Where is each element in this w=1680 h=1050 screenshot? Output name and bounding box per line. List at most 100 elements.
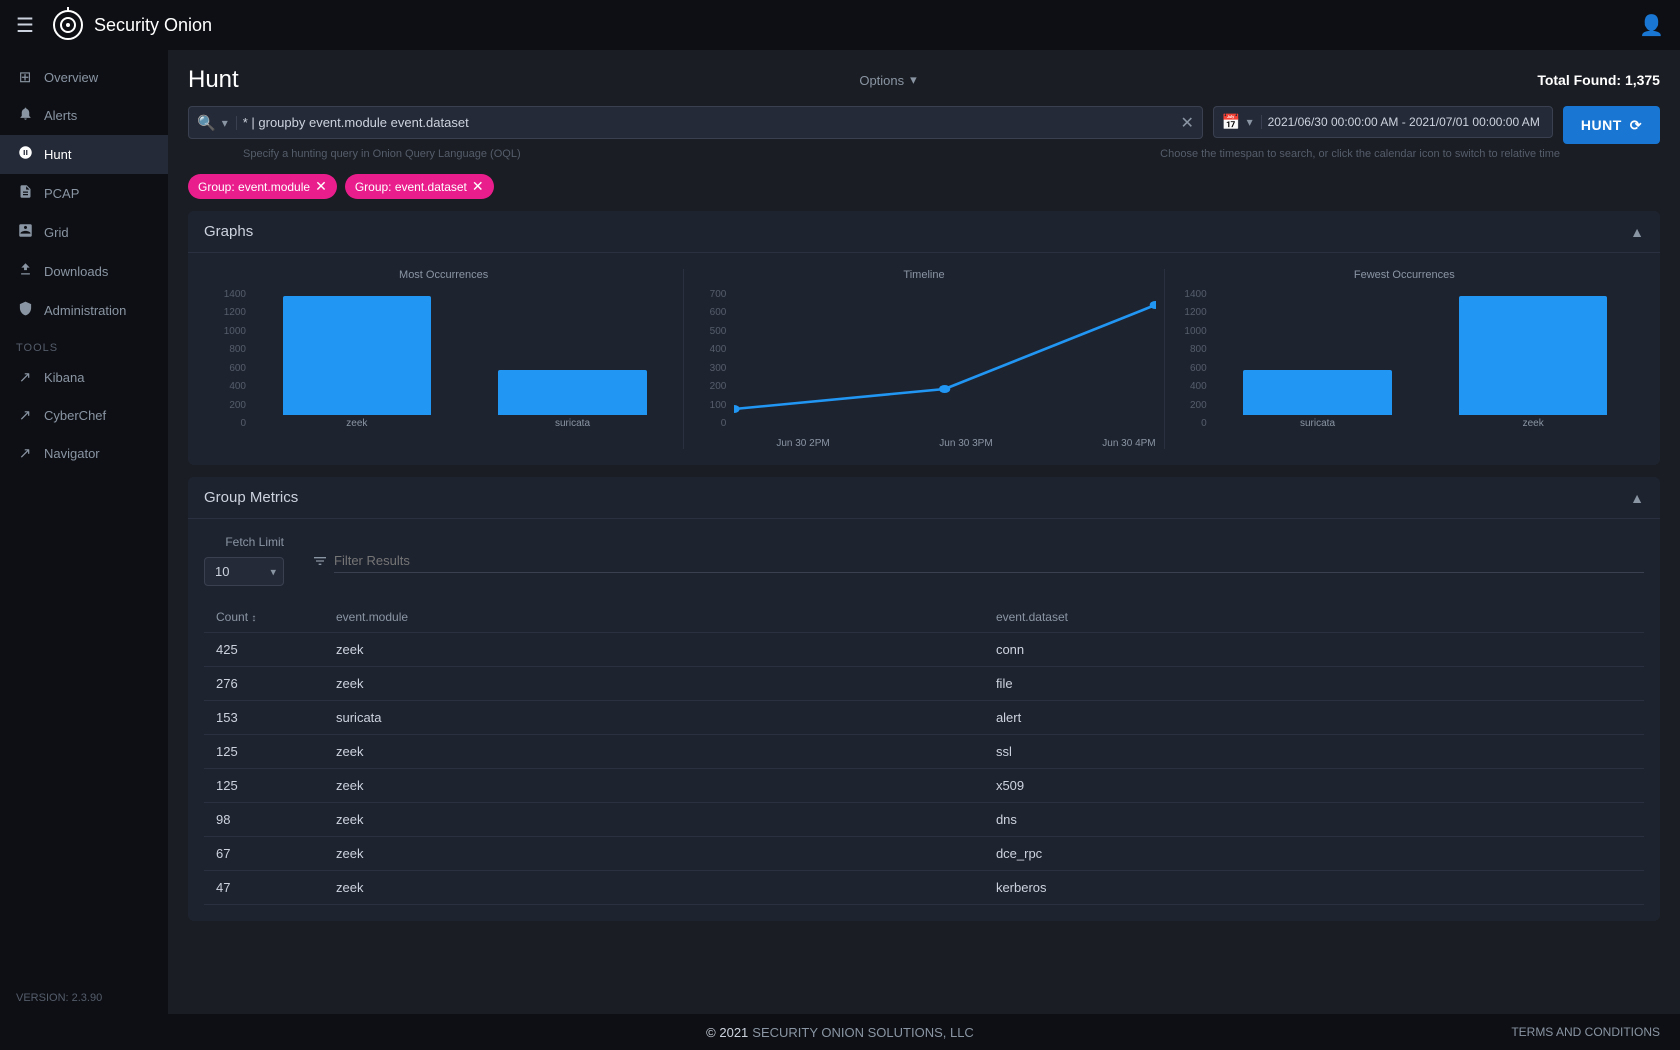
table-row: 425 zeek conn: [204, 633, 1644, 667]
group-metrics-panel: Group Metrics ▲ Fetch Limit 10 25 50 100: [188, 477, 1660, 921]
cell-count-4: 125: [204, 769, 324, 803]
timeline-label-4pm: Jun 30 4PM: [1102, 438, 1155, 449]
table-row: 125 zeek x509: [204, 769, 1644, 803]
timeline-x-labels: Jun 30 2PM Jun 30 3PM Jun 30 4PM: [734, 438, 1155, 449]
sidebar-item-overview[interactable]: ⊞ Overview: [0, 58, 168, 96]
fetch-limit-wrapper: 10 25 50 100 ▾: [204, 557, 284, 586]
timeline-point-1: [734, 405, 740, 413]
fetch-limit-container: Fetch Limit 10 25 50 100 ▾: [204, 535, 284, 586]
options-dropdown[interactable]: Options ▾: [859, 72, 916, 88]
sidebar-tools-nav: ↗ Kibana ↗ CyberChef ↗ Navigator: [0, 358, 168, 472]
most-bar-suricata-rect: [498, 370, 647, 415]
th-count[interactable]: Count ↕: [204, 602, 324, 633]
fetch-row: Fetch Limit 10 25 50 100 ▾: [204, 535, 1644, 586]
fewest-bar-suricata: suricata: [1225, 289, 1411, 429]
sidebar-item-administration[interactable]: Administration: [0, 291, 168, 330]
cell-module-2: suricata: [324, 701, 984, 735]
sidebar-item-grid[interactable]: Grid: [0, 213, 168, 252]
pcap-icon: [16, 184, 34, 203]
tools-label: Tools: [0, 330, 168, 358]
th-event-module[interactable]: event.module: [324, 602, 984, 633]
calendar-icon[interactable]: 📅: [1222, 113, 1241, 131]
most-occurrences-area: 1400 1200 1000 800 600 400 200 0: [212, 289, 675, 449]
table-row: 125 zeek ssl: [204, 735, 1644, 769]
th-event-dataset[interactable]: event.dataset: [984, 602, 1644, 633]
downloads-icon: [16, 262, 34, 281]
date-hint: Choose the timespan to search, or click …: [1160, 146, 1560, 162]
footer-company[interactable]: SECURITY ONION SOLUTIONS, LLC: [752, 1025, 974, 1040]
table-header-row: Count ↕ event.module event.dataset: [204, 602, 1644, 633]
sidebar-item-cyberchef[interactable]: ↗ CyberChef: [0, 396, 168, 434]
sidebar-item-kibana[interactable]: ↗ Kibana: [0, 358, 168, 396]
hunt-button[interactable]: HUNT ⟳: [1563, 106, 1660, 144]
options-label: Options: [859, 73, 904, 88]
graphs-container: Most Occurrences 1400 1200 1000 800 600 …: [188, 253, 1660, 465]
total-found-value: 1,375: [1625, 72, 1660, 88]
hamburger-icon[interactable]: ☰: [16, 13, 34, 38]
date-dropdown-icon[interactable]: ▾: [1247, 115, 1262, 129]
footer-terms[interactable]: TERMS AND CONDITIONS: [1511, 1025, 1660, 1039]
filter-input[interactable]: [334, 549, 1644, 573]
search-dropdown-icon[interactable]: ▾: [222, 116, 237, 130]
cell-count-0: 425: [204, 633, 324, 667]
most-y-tick-1400: 1400: [224, 289, 246, 300]
most-bar-zeek-label: zeek: [346, 418, 367, 429]
most-y-tick-1200: 1200: [224, 307, 246, 318]
most-bar-suricata: suricata: [480, 289, 666, 429]
fetch-limit-select[interactable]: 10 25 50 100: [204, 557, 284, 586]
most-occurrences-graph: Most Occurrences 1400 1200 1000 800 600 …: [204, 269, 683, 449]
search-icon[interactable]: 🔍: [197, 114, 216, 132]
topbar: ☰ Security Onion 👤: [0, 0, 1680, 50]
event-dataset-col-label: event.dataset: [996, 610, 1068, 624]
sidebar-item-downloads[interactable]: Downloads: [0, 252, 168, 291]
sidebar-item-alerts[interactable]: Alerts: [0, 96, 168, 135]
tag-event-dataset[interactable]: Group: event.dataset ✕: [345, 174, 494, 199]
count-col-label: Count: [216, 610, 248, 624]
timeline-label-3pm: Jun 30 3PM: [939, 438, 992, 449]
cell-module-0: zeek: [324, 633, 984, 667]
table-row: 276 zeek file: [204, 667, 1644, 701]
sort-icon: ↕: [251, 613, 256, 624]
group-metrics-collapse-icon[interactable]: ▲: [1630, 490, 1644, 506]
most-y-tick-600: 600: [229, 363, 246, 374]
most-bar-zeek: zeek: [264, 289, 450, 429]
graphs-collapse-icon[interactable]: ▲: [1630, 224, 1644, 240]
group-metrics-title: Group Metrics: [204, 489, 298, 506]
search-clear-icon[interactable]: ✕: [1180, 113, 1193, 133]
cell-count-6: 67: [204, 837, 324, 871]
tag-event-dataset-close-icon[interactable]: ✕: [472, 178, 484, 195]
search-input[interactable]: [243, 107, 1175, 138]
tag-event-module[interactable]: Group: event.module ✕: [188, 174, 337, 199]
cell-module-6: zeek: [324, 837, 984, 871]
table-header: Count ↕ event.module event.dataset: [204, 602, 1644, 633]
timeline-point-2: [939, 385, 950, 393]
main-layout: ⊞ Overview Alerts Hunt: [0, 50, 1680, 1014]
search-section: 🔍 ▾ ✕ 📅 ▾ 2021/06/30 00:00:00 AM - 2021/…: [188, 106, 1660, 162]
timeline-graph: Timeline 700 600 500 400 300 200 100 0: [683, 269, 1163, 449]
date-container: 📅 ▾ 2021/06/30 00:00:00 AM - 2021/07/01 …: [1213, 106, 1553, 138]
user-icon[interactable]: 👤: [1639, 13, 1664, 38]
tag-event-module-close-icon[interactable]: ✕: [315, 178, 327, 195]
cell-dataset-7: kerberos: [984, 871, 1644, 905]
sidebar-item-navigator[interactable]: ↗ Navigator: [0, 434, 168, 472]
topbar-left: ☰ Security Onion: [16, 7, 212, 43]
cell-module-4: zeek: [324, 769, 984, 803]
cell-count-2: 153: [204, 701, 324, 735]
most-occurrences-label: Most Occurrences: [212, 269, 675, 281]
fewest-y-axis: 1400 1200 1000 800 600 400 200 0: [1173, 289, 1211, 429]
cell-dataset-5: dns: [984, 803, 1644, 837]
cell-count-7: 47: [204, 871, 324, 905]
cell-module-1: zeek: [324, 667, 984, 701]
sidebar-item-pcap[interactable]: PCAP: [0, 174, 168, 213]
results-table: Count ↕ event.module event.dataset: [204, 602, 1644, 905]
timeline-y-axis: 700 600 500 400 300 200 100 0: [692, 289, 730, 429]
grid-icon: [16, 223, 34, 242]
sidebar-item-hunt[interactable]: Hunt: [0, 135, 168, 174]
cell-dataset-3: ssl: [984, 735, 1644, 769]
sidebar-main-nav: ⊞ Overview Alerts Hunt: [0, 58, 168, 330]
search-row: 🔍 ▾ ✕ 📅 ▾ 2021/06/30 00:00:00 AM - 2021/…: [188, 106, 1660, 144]
sidebar-nav: ⊞ Overview Alerts Hunt: [0, 58, 168, 472]
search-hint: Specify a hunting query in Onion Query L…: [188, 146, 1150, 162]
hunt-button-label: HUNT: [1581, 117, 1622, 133]
alerts-icon: [16, 106, 34, 125]
